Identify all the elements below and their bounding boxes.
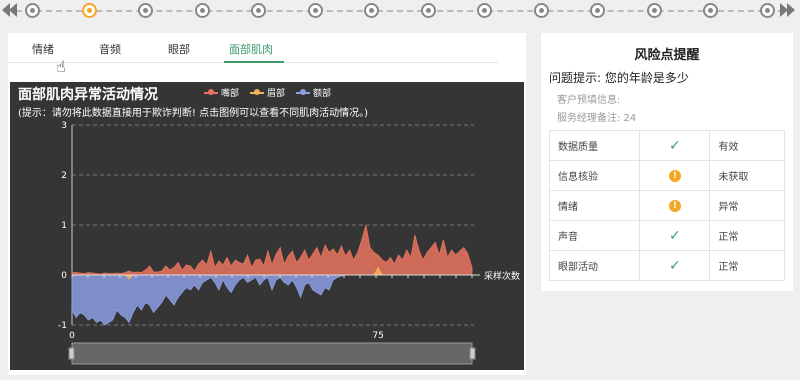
data-zoom-handle-right[interactable] — [469, 347, 476, 360]
risk-row: 信息核验! 未获取 — [548, 160, 785, 191]
risk-row-icon-cell: ✓ — [639, 220, 711, 251]
timeline-step-dot[interactable] — [364, 3, 380, 18]
area-series-mouth — [71, 224, 473, 276]
data-zoom-handle-left[interactable] — [68, 347, 75, 360]
y-tick-label: -1 — [58, 321, 67, 331]
risk-row-status: 正常 — [709, 250, 785, 281]
risk-row-label: 眼部活动 — [548, 250, 641, 281]
timeline — [0, 0, 800, 22]
warning-icon: ! — [668, 199, 681, 212]
active-tab-indicator — [224, 61, 284, 63]
manager-note: 服务经理备注: 24 — [557, 113, 637, 124]
timeline-step-dot[interactable] — [194, 3, 210, 18]
risk-row-status: 异常 — [709, 190, 785, 221]
data-zoom-slider — [71, 342, 473, 365]
risk-row-status: 正常 — [709, 220, 785, 251]
hand-cursor-icon: ☝ — [56, 57, 66, 76]
timeline-step-dot[interactable] — [307, 3, 323, 18]
y-tick-label: 1 — [61, 221, 67, 231]
risk-row-icon-cell: ✓ — [639, 130, 711, 161]
risk-row-icon-cell: ! — [639, 160, 711, 191]
risk-row-status: 有效 — [709, 130, 785, 161]
risk-row: 声音 ✓ 正常 — [548, 220, 785, 251]
area-series-forehead — [71, 274, 472, 326]
risk-row-icon-cell: ! — [639, 190, 711, 221]
warning-icon: ! — [668, 169, 681, 182]
y-tick-label: 3 — [61, 121, 67, 131]
timeline-line — [16, 10, 784, 12]
timeline-step-dot[interactable] — [590, 3, 606, 18]
risk-row: 眼部活动 ✓ 正常 — [548, 250, 785, 281]
facial-muscle-chart: 面部肌肉异常活动情况 (提示：请勿将此数据直接用于欺诈判断! 点击图例可以查看不… — [10, 82, 524, 370]
tab-bar: 情绪 音频 眼部 面部肌肉 — [8, 33, 498, 63]
risk-row-label: 情绪 — [548, 190, 641, 221]
tab-emotion[interactable]: 情绪 — [32, 41, 54, 57]
timeline-step-dot[interactable] — [138, 3, 154, 18]
y-tick-label: 2 — [61, 171, 67, 181]
timeline-step-dot[interactable] — [420, 3, 436, 18]
analysis-panel: 情绪 音频 眼部 面部肌肉 ☝ 面部肌肉异常活动情况 (提示：请勿将此数据直接用… — [8, 33, 526, 375]
risk-row-label: 数据质量 — [548, 130, 641, 161]
tab-audio[interactable]: 音频 — [99, 41, 121, 57]
timeline-step-dot[interactable] — [81, 3, 97, 18]
risk-panel: 风险点提醒 问题提示: 您的年龄是多少 客户预填信息: 服务经理备注: 24 数… — [541, 33, 793, 291]
risk-status-table: 数据质量 ✓ 有效 信息核验! 未获取 情绪! 异常 声音 ✓ 正常 眼部活动 ✓ 正常 — [548, 130, 785, 281]
timeline-step-dot[interactable] — [760, 3, 775, 18]
timeline-step-dot[interactable] — [533, 3, 549, 18]
tab-eye[interactable]: 眼部 — [168, 41, 190, 57]
x-tick-label: 0 — [69, 331, 75, 341]
timeline-prev-arrow-icon-2[interactable] — [9, 3, 17, 17]
timeline-step-dot[interactable] — [703, 3, 719, 18]
question-prompt: 问题提示: 您的年龄是多少 — [549, 71, 689, 85]
timeline-next-arrow-icon-2[interactable] — [787, 3, 795, 17]
timeline-step-dot[interactable] — [25, 3, 40, 18]
check-icon: ✓ — [669, 257, 681, 274]
risk-panel-title: 风险点提醒 — [634, 48, 700, 63]
check-icon: ✓ — [669, 137, 681, 154]
timeline-step-dot[interactable] — [251, 3, 267, 18]
risk-row-label: 声音 — [548, 220, 641, 251]
risk-row-status: 未获取 — [709, 160, 785, 191]
tab-facial-muscle[interactable]: 面部肌肉 — [229, 41, 273, 57]
risk-row-icon-cell: ✓ — [639, 250, 711, 281]
x-tick-label: 75 — [372, 331, 383, 341]
risk-row: 数据质量 ✓ 有效 — [548, 130, 785, 161]
risk-row-label: 信息核验 — [548, 160, 641, 191]
x-axis-label: 采样次数 — [484, 270, 520, 282]
timeline-step-dot[interactable] — [477, 3, 493, 18]
customer-info-label: 客户预填信息: — [557, 95, 621, 106]
check-icon: ✓ — [669, 227, 681, 244]
chart-plot-area: 3210-1采样次数0 75 — [58, 121, 520, 365]
y-tick-label: 0 — [61, 271, 67, 281]
timeline-step-dot[interactable] — [646, 3, 662, 18]
risk-row: 情绪! 异常 — [548, 190, 785, 221]
